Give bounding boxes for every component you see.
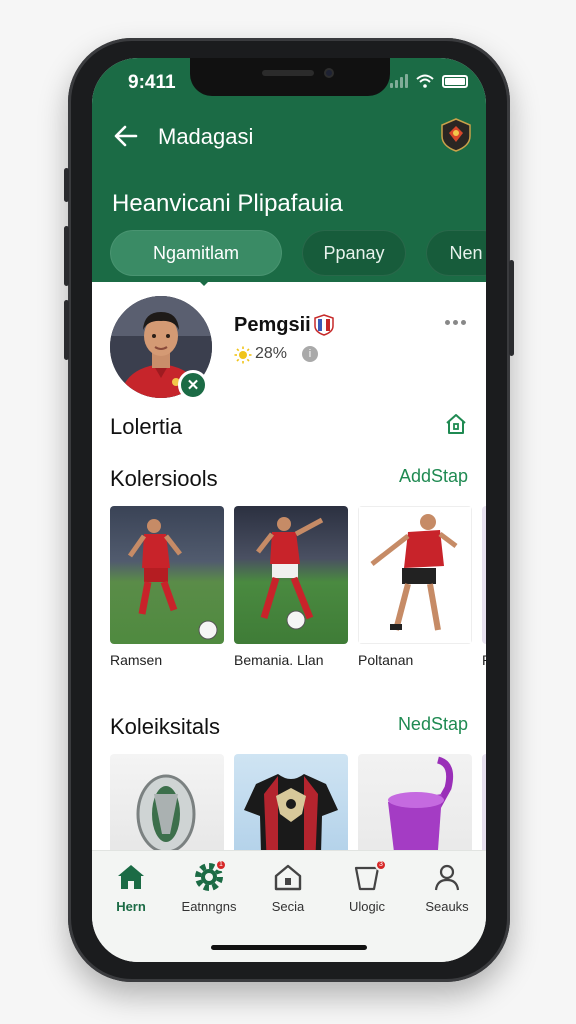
player-photo xyxy=(358,506,472,644)
collection-card[interactable]: Ramsen xyxy=(110,506,224,668)
collection-title-2: Koleiksitals xyxy=(110,714,221,739)
nav-item-secia[interactable]: Secia xyxy=(249,861,327,914)
nav-label: Secia xyxy=(271,899,305,914)
power-button xyxy=(509,260,514,356)
cup-icon: 3 xyxy=(351,859,387,893)
flag-shield-icon xyxy=(314,314,334,336)
volume-up-button xyxy=(64,226,69,286)
collection-row-1: Ramsen Bemania. Llan Poltanan xyxy=(110,506,486,668)
nav-item-home[interactable]: Hern xyxy=(92,861,170,914)
profile-name: Pemgsii xyxy=(234,314,311,336)
tab-bar: Ngamitlam Ppanay Nen xyxy=(110,230,486,276)
collection-card[interactable]: Poltanan xyxy=(358,506,472,668)
battery-icon xyxy=(442,75,468,88)
card-caption: Ro xyxy=(482,652,486,668)
collection-card[interactable]: Ro xyxy=(482,506,486,668)
app-title: Madagasi xyxy=(158,124,254,149)
home-indicator[interactable] xyxy=(211,945,367,950)
card-caption: Ramsen xyxy=(110,652,163,668)
gear-icon: 1 xyxy=(193,859,227,893)
page-title: Heanvicani Plipafauia xyxy=(112,190,343,217)
home-icon xyxy=(115,861,147,893)
card-caption: Bemania. Llan xyxy=(234,652,324,668)
app-screen: 9:411 Madagasi Heanvicani Plipafauia Nga… xyxy=(92,58,486,962)
bottom-nav: Hern 1 Eatnngns Secia 3 Ulogic Seauks xyxy=(92,850,486,962)
nav-label: Seauks xyxy=(425,899,469,914)
collection-card[interactable]: Bemania. Llan xyxy=(234,506,348,668)
nav-item-ulogic[interactable]: 3 Ulogic xyxy=(328,859,406,914)
info-icon[interactable]: i xyxy=(302,346,318,362)
mute-switch xyxy=(64,168,69,202)
collection-title-1: Kolersiools xyxy=(110,466,218,491)
rating-value: 28% xyxy=(255,345,288,362)
signal-icon xyxy=(390,74,408,88)
card-caption: Poltanan xyxy=(358,652,414,668)
notification-badge: 1 xyxy=(215,859,227,871)
nav-label: Eatnngns xyxy=(181,899,237,914)
more-options-icon[interactable] xyxy=(445,320,466,325)
tab-nen[interactable]: Nen xyxy=(426,230,486,276)
speaker xyxy=(262,70,314,76)
player-photo xyxy=(234,506,348,644)
house-outline-icon[interactable] xyxy=(444,412,468,436)
camera xyxy=(324,68,334,78)
sun-rating-icon xyxy=(234,346,252,364)
club-crest-icon[interactable] xyxy=(440,118,472,152)
wifi-icon xyxy=(416,74,434,88)
player-photo xyxy=(110,506,224,644)
notification-badge: 3 xyxy=(375,859,387,871)
nav-label: Hern xyxy=(116,899,146,914)
collection-link-2[interactable]: NedStap xyxy=(398,714,468,735)
tab-ppanay[interactable]: Ppanay xyxy=(302,230,406,276)
nav-label: Ulogic xyxy=(348,899,386,914)
volume-down-button xyxy=(64,300,69,360)
section-label: Lolertia xyxy=(110,414,183,439)
back-arrow-icon[interactable] xyxy=(112,122,140,150)
house-outline-icon xyxy=(272,861,304,893)
nav-item-settings[interactable]: 1 Eatnngns xyxy=(170,859,248,914)
collection-link-1[interactable]: AddStap xyxy=(399,466,468,487)
nav-item-profile[interactable]: Seauks xyxy=(408,861,486,914)
status-icons xyxy=(390,74,468,88)
status-time: 9:411 xyxy=(128,72,176,93)
tab-ngamitlam[interactable]: Ngamitlam xyxy=(110,230,282,276)
active-tab-pointer xyxy=(196,278,212,286)
notch xyxy=(190,58,390,96)
verified-badge: ✕ xyxy=(178,370,208,400)
user-icon xyxy=(431,861,463,893)
card-photo xyxy=(482,506,486,644)
